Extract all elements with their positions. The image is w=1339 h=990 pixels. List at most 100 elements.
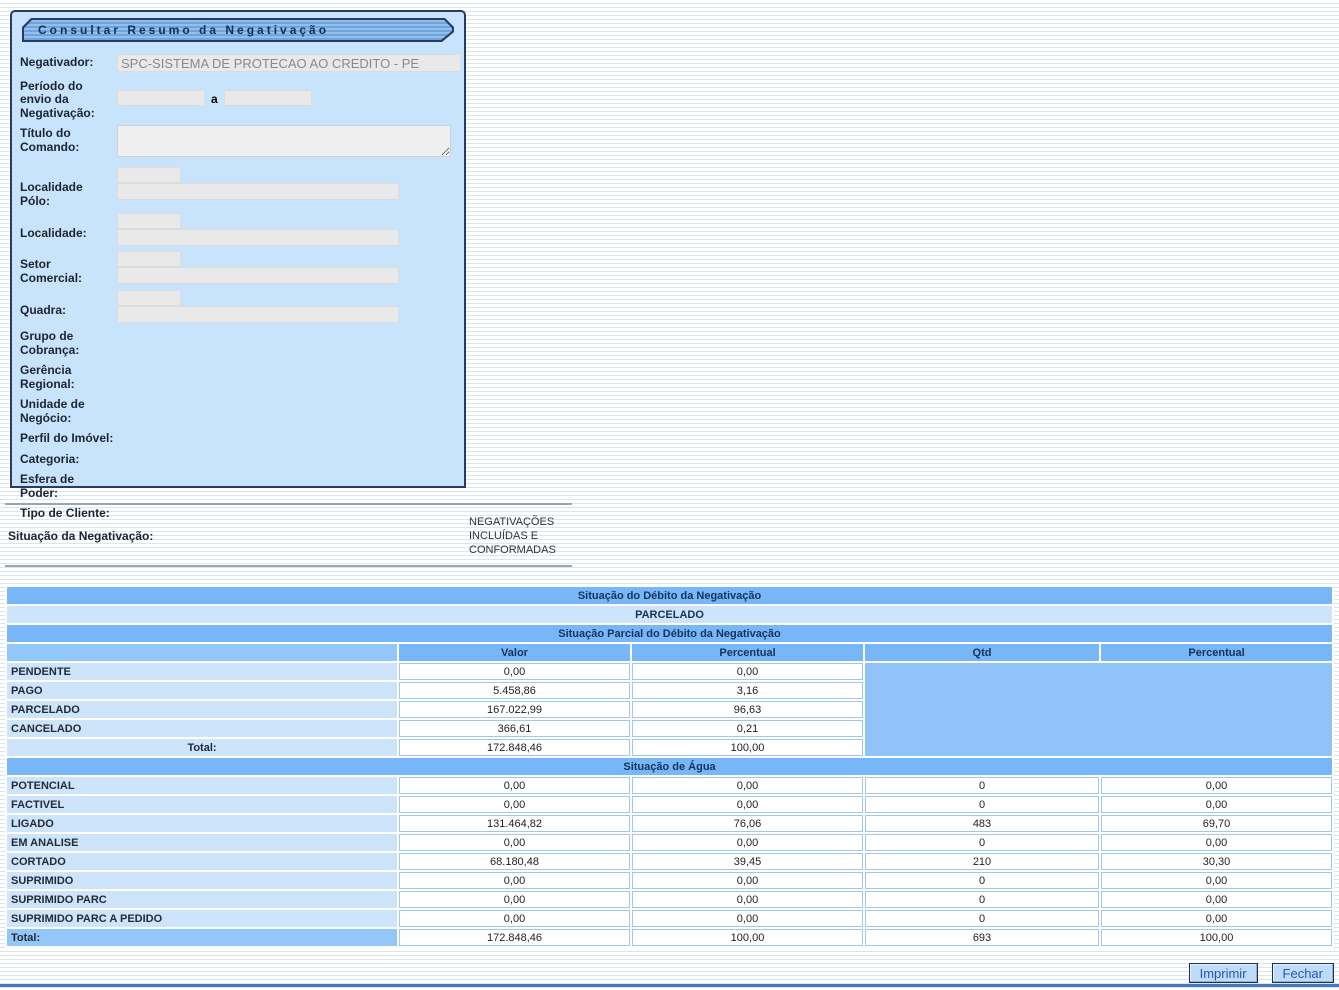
row-label: SUPRIMIDO [7, 872, 397, 889]
qtd-cell: 0 [865, 872, 1099, 889]
row-label: LIGADO [7, 815, 397, 832]
negativador-label: Negativador: [20, 54, 113, 70]
field-row-localidade: Localidade: [20, 213, 456, 246]
row-label: SUPRIMIDO PARC [7, 891, 397, 908]
table-row: EM ANALISE 0,00 0,00 0 0,00 [7, 834, 1332, 851]
percentual-cell: 0,00 [632, 663, 863, 680]
row-label: CANCELADO [7, 720, 397, 737]
quadra-label: Quadra: [20, 290, 113, 318]
qtd-percentual-cell: 0,00 [1101, 796, 1332, 813]
column-header-qtd-percentual: Percentual [1101, 644, 1332, 661]
localidade-label: Localidade: [20, 213, 113, 241]
table-row: FACTIVEL 0,00 0,00 0 0,00 [7, 796, 1332, 813]
titulo-comando-textarea[interactable] [117, 125, 451, 157]
qtd-cell: 0 [865, 891, 1099, 908]
row-label: CORTADO [7, 853, 397, 870]
setor-comercial-codigo-input[interactable] [117, 251, 181, 267]
partial-header-row: Situação Parcial do Débito da Negativaçã… [7, 625, 1332, 642]
setor-comercial-label: Setor Comercial: [20, 251, 113, 285]
field-row-localidade-polo: Localidade Pólo: [20, 167, 456, 208]
valor-cell: 172.848,46 [399, 929, 630, 946]
field-row-quadra: Quadra: [20, 290, 456, 323]
row-label: FACTIVEL [7, 796, 397, 813]
valor-cell: 131.464,82 [399, 815, 630, 832]
qtd-cell: 483 [865, 815, 1099, 832]
qtd-cell: 0 [865, 910, 1099, 927]
valor-cell: 0,00 [399, 663, 630, 680]
qtd-percentual-cell: 69,70 [1101, 815, 1332, 832]
column-header-qtd: Qtd [865, 644, 1099, 661]
valor-cell: 0,00 [399, 834, 630, 851]
fechar-button[interactable]: Fechar [1272, 963, 1334, 983]
setor-comercial-descricao-input[interactable] [117, 267, 399, 284]
field-row-periodo: Período do envio da Negativação: a [20, 78, 456, 121]
categoria-label: Categoria: [20, 451, 113, 467]
qtd-cell: 0 [865, 834, 1099, 851]
localidade-polo-descricao-input[interactable] [117, 183, 399, 200]
localidade-polo-label: Localidade Pólo: [20, 167, 113, 208]
qtd-percentual-cell: 0,00 [1101, 872, 1332, 889]
percentual-cell: 3,16 [632, 682, 863, 699]
valor-cell: 68.180,48 [399, 853, 630, 870]
periodo-separator: a [211, 92, 218, 106]
table-row: SUPRIMIDO PARC 0,00 0,00 0 0,00 [7, 891, 1332, 908]
percentual-cell: 0,00 [632, 891, 863, 908]
periodo-inicio-input[interactable] [117, 90, 205, 106]
percentual-cell: 76,06 [632, 815, 863, 832]
valor-cell: 366,61 [399, 720, 630, 737]
table-title-row: Situação do Débito da Negativação [7, 587, 1332, 604]
localidade-codigo-input[interactable] [117, 213, 181, 229]
percentual-cell: 0,00 [632, 796, 863, 813]
percentual-cell: 0,00 [632, 834, 863, 851]
valor-cell: 0,00 [399, 796, 630, 813]
localidade-descricao-input[interactable] [117, 229, 399, 246]
perfil-imovel-label: Perfil do Imóvel: [20, 430, 140, 446]
partial-section-header: Situação Parcial do Débito da Negativaçã… [7, 625, 1332, 642]
periodo-fim-input[interactable] [224, 90, 312, 106]
panel-title: Consultar Resumo da Negativação [38, 18, 329, 42]
qtd-percentual-cell: 0,00 [1101, 777, 1332, 794]
table-subtitle-row: PARCELADO [7, 606, 1332, 623]
column-header-empty [7, 644, 397, 661]
percentual-cell: 0,00 [632, 872, 863, 889]
bottom-divider [0, 984, 1339, 987]
agua-total-label: Total: [7, 929, 397, 946]
table-row: LIGADO 131.464,82 76,06 483 69,70 [7, 815, 1332, 832]
column-header-valor: Valor [399, 644, 630, 661]
page: Consultar Resumo da Negativação Negativa… [0, 0, 1339, 990]
situacao-value: NEGATIVAÇÕES INCLUÍDAS E CONFORMADAS [469, 515, 572, 557]
column-header-percentual: Percentual [632, 644, 863, 661]
table-row: PENDENTE 0,00 0,00 [7, 663, 1332, 680]
imprimir-button[interactable]: Imprimir [1189, 963, 1258, 983]
unidade-negocio-label: Unidade de Negócio: [20, 396, 113, 425]
percentual-cell: 0,21 [632, 720, 863, 737]
valor-cell: 0,00 [399, 872, 630, 889]
row-label: SUPRIMIDO PARC A PEDIDO [7, 910, 397, 927]
quadra-codigo-input[interactable] [117, 290, 181, 306]
partial-total-label: Total: [7, 739, 397, 756]
percentual-cell: 96,63 [632, 701, 863, 718]
negativador-input[interactable] [117, 54, 461, 72]
debt-table-wrapper: Situação do Débito da Negativação PARCEL… [5, 585, 1334, 948]
localidade-polo-codigo-input[interactable] [117, 167, 181, 183]
qtd-cell: 210 [865, 853, 1099, 870]
table-subtitle: PARCELADO [7, 606, 1332, 623]
situacao-section: Situação da Negativação: NEGATIVAÇÕES IN… [5, 503, 572, 567]
debt-table: Situação do Débito da Negativação PARCEL… [5, 585, 1334, 948]
percentual-cell: 100,00 [632, 929, 863, 946]
row-label: POTENCIAL [7, 777, 397, 794]
qtd-percentual-cell: 0,00 [1101, 910, 1332, 927]
table-row: SUPRIMIDO 0,00 0,00 0 0,00 [7, 872, 1332, 889]
button-row: Imprimir Fechar [1189, 963, 1334, 983]
qtd-percentual-cell: 30,30 [1101, 853, 1332, 870]
field-row-negativador: Negativador: [20, 54, 456, 73]
qtd-cell: 0 [865, 777, 1099, 794]
row-label: PAGO [7, 682, 397, 699]
valor-cell: 0,00 [399, 777, 630, 794]
quadra-descricao-input[interactable] [117, 306, 399, 323]
percentual-cell: 100,00 [632, 739, 863, 756]
empty-qtd-block [865, 663, 1332, 756]
agua-header-row: Situação de Água [7, 758, 1332, 775]
field-row-setor-comercial: Setor Comercial: [20, 251, 456, 285]
row-label: PARCELADO [7, 701, 397, 718]
